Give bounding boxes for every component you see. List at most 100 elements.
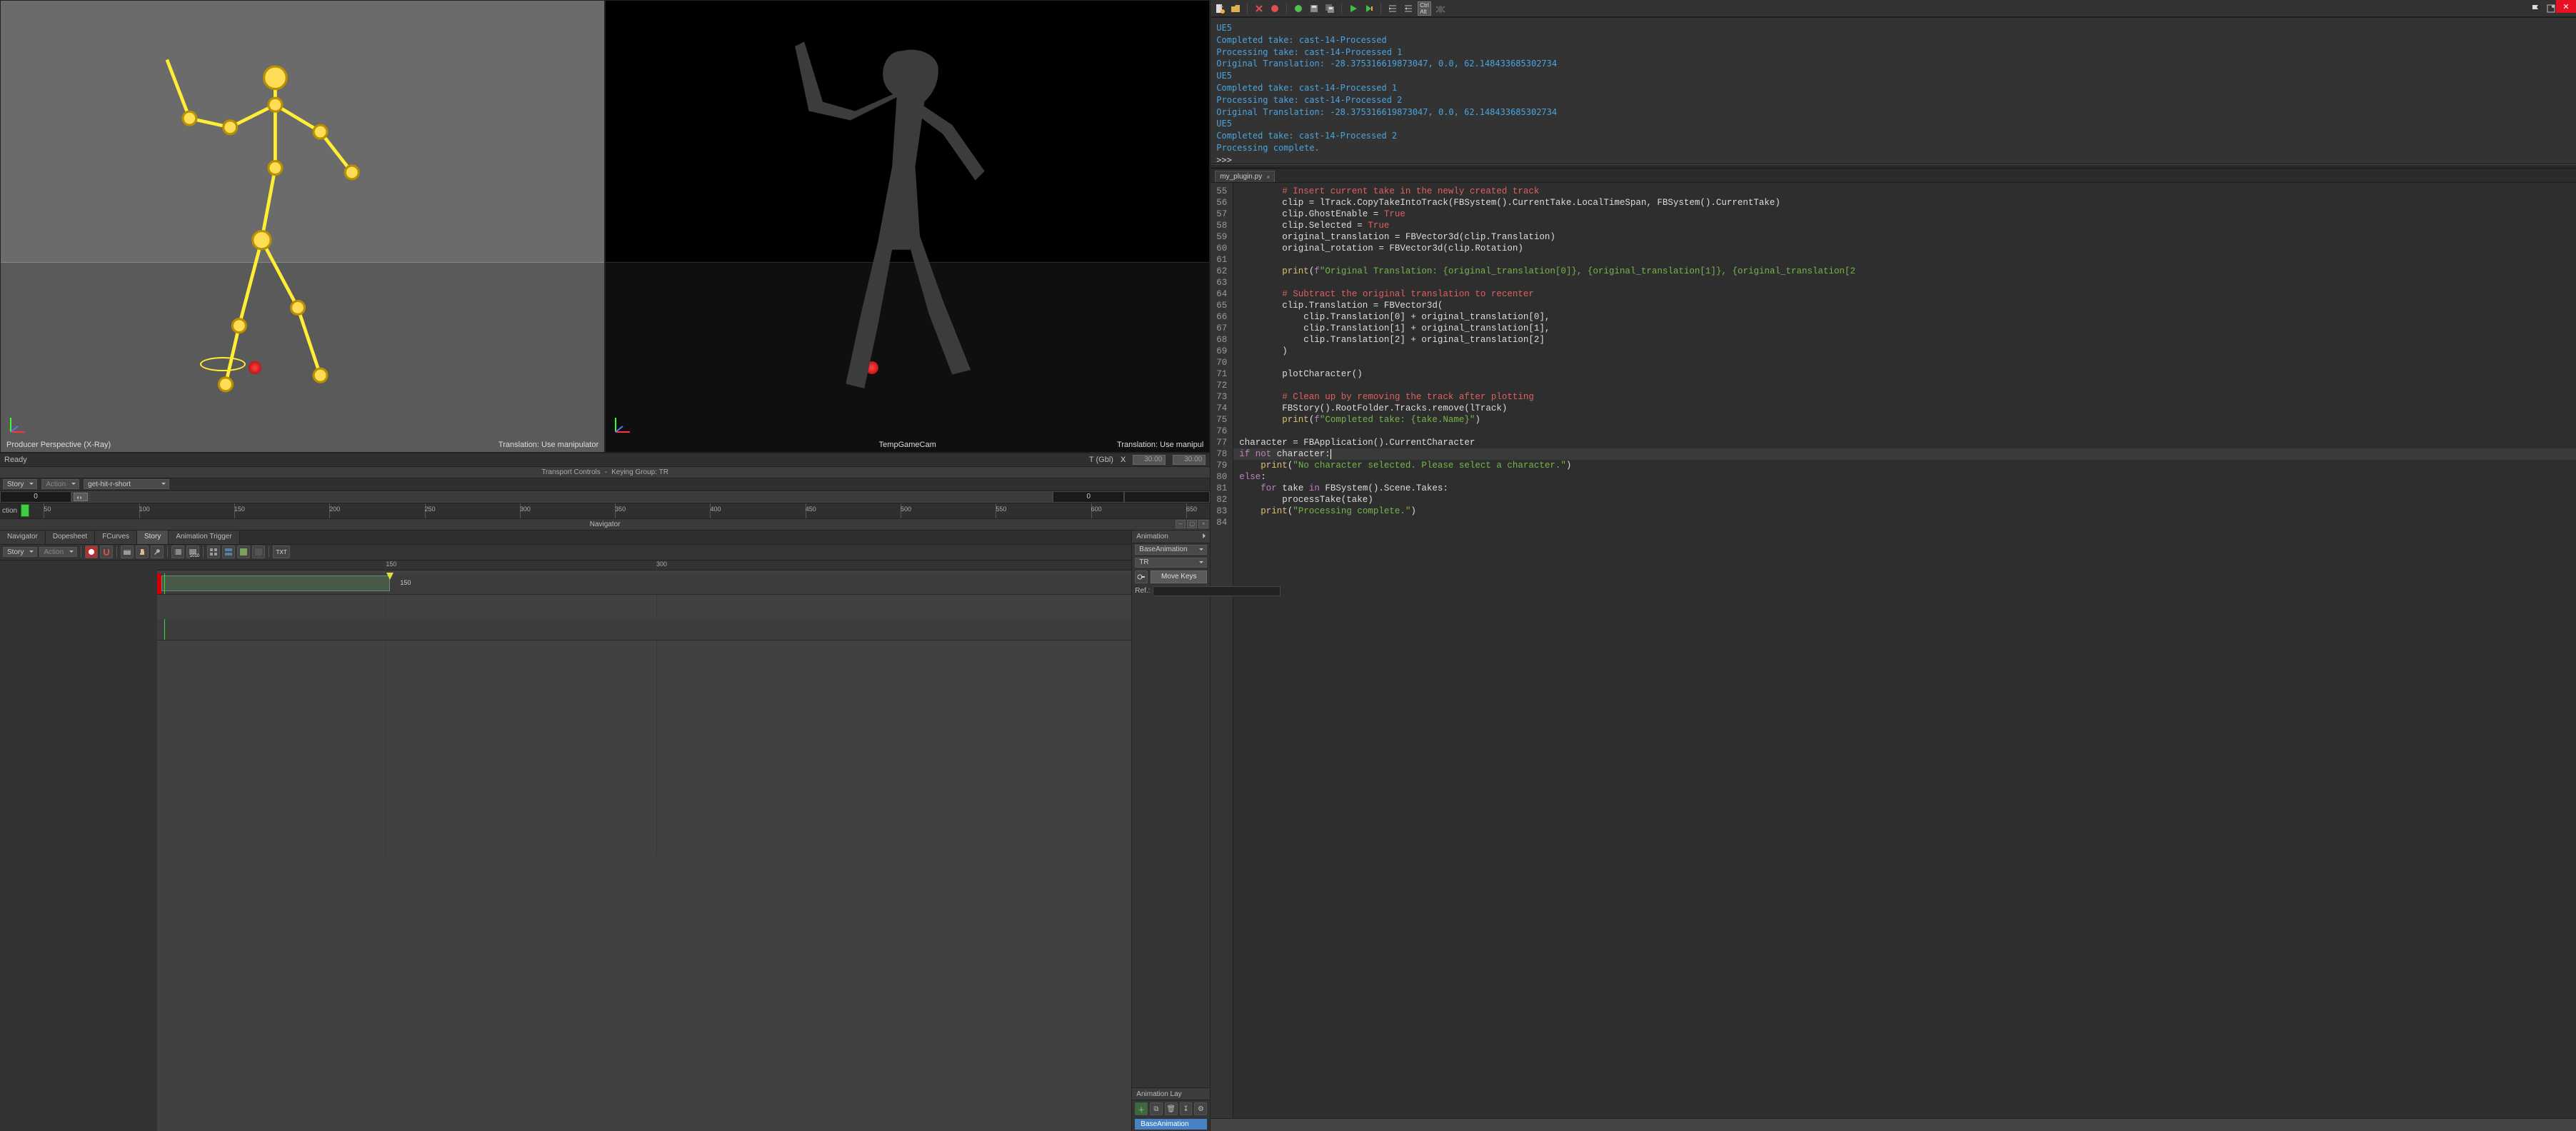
hand-icon[interactable] <box>136 546 149 558</box>
run-selection-icon[interactable] <box>1363 2 1375 15</box>
code-line[interactable]: clip = lTrack.CopyTakeIntoTrack(FBSystem… <box>1233 197 2576 208</box>
animation-clip[interactable]: 150 <box>161 575 390 591</box>
tab-animation-trigger[interactable]: Animation Trigger <box>169 531 239 544</box>
new-file-icon[interactable] <box>1213 2 1226 15</box>
save-all-icon[interactable] <box>1323 2 1336 15</box>
code-line[interactable]: ) <box>1233 346 2576 357</box>
code-line[interactable]: print(f"Completed take: {take.Name}") <box>1233 414 2576 426</box>
story-track-list[interactable] <box>0 561 157 1131</box>
collapse-icon[interactable]: ⏵ <box>1202 533 1206 541</box>
txt-icon[interactable]: TXT <box>273 546 290 558</box>
code-editor[interactable]: 5556575859606162636465666768697071727374… <box>1211 183 2576 1118</box>
timeline-scrollbar[interactable] <box>71 491 1053 503</box>
code-line[interactable] <box>1233 254 2576 266</box>
record-icon[interactable] <box>85 546 98 558</box>
tab-fcurves[interactable]: FCurves <box>95 531 137 544</box>
timeline-ruler[interactable]: ction 5010015020025030035040045050055060… <box>0 503 1210 519</box>
layer-settings-icon[interactable]: ⚙ <box>1194 1102 1207 1115</box>
frame-end-field[interactable]: 0 <box>1053 491 1124 503</box>
story-timeline[interactable]: 150300 150 <box>157 561 1197 1131</box>
code-line[interactable]: original_rotation = FBVector3d(clip.Rota… <box>1233 243 2576 254</box>
code-area[interactable]: # Insert current take in the newly creat… <box>1233 183 2576 1118</box>
window-close-button[interactable]: ✕ <box>2556 0 2576 13</box>
grid3-icon[interactable] <box>237 546 250 558</box>
code-line[interactable]: # Insert current take in the newly creat… <box>1233 186 2576 197</box>
stop-icon[interactable] <box>1268 2 1281 15</box>
outdent-icon[interactable] <box>1402 2 1415 15</box>
close-icon[interactable] <box>1253 2 1266 15</box>
anim-layer-item[interactable]: BaseAnimation <box>1135 1119 1207 1130</box>
wrench-icon[interactable] <box>151 546 164 558</box>
code-line[interactable]: print("Processing complete.") <box>1233 506 2576 517</box>
code-line[interactable]: print("No character selected. Please sel… <box>1233 460 2576 471</box>
panel-maximize-icon[interactable]: ▢ <box>1187 520 1197 528</box>
story-action-dropdown[interactable]: Action <box>39 547 77 557</box>
clapper-icon[interactable] <box>121 546 134 558</box>
code-line[interactable]: plotCharacter() <box>1233 368 2576 380</box>
viewport-producer[interactable]: Producer Perspective (X-Ray) Translation… <box>0 0 605 453</box>
save-icon[interactable] <box>1308 2 1320 15</box>
move-keys-button[interactable]: Move Keys <box>1151 570 1207 583</box>
code-line[interactable]: else: <box>1233 471 2576 483</box>
status-x-field[interactable]: 30.00 <box>1133 455 1166 465</box>
grid4-icon[interactable] <box>252 546 265 558</box>
code-line[interactable]: print(f"Original Translation: {original_… <box>1233 266 2576 277</box>
code-line[interactable] <box>1233 380 2576 391</box>
frame-start-field[interactable]: 0 <box>0 491 71 503</box>
anim-layer-dropdown[interactable]: BaseAnimation <box>1135 545 1207 555</box>
code-line[interactable]: if not character: <box>1233 448 2576 460</box>
action-dropdown[interactable]: Action <box>41 479 79 489</box>
code-line[interactable]: # Clean up by removing the track after p… <box>1233 391 2576 403</box>
grid1-icon[interactable] <box>207 546 220 558</box>
python-console[interactable]: UE5Completed take: cast-14-ProcessedProc… <box>1211 17 2576 164</box>
play-icon[interactable] <box>1347 2 1360 15</box>
open-file-icon[interactable] <box>1229 2 1242 15</box>
run-dot-icon[interactable] <box>1292 2 1305 15</box>
code-line[interactable]: clip.Translation[2] + original_translati… <box>1233 334 2576 346</box>
tab-story[interactable]: Story <box>137 531 169 544</box>
film-icon[interactable] <box>171 546 184 558</box>
tab-dopesheet[interactable]: Dopesheet <box>46 531 95 544</box>
key-icon[interactable] <box>1135 570 1148 583</box>
code-line[interactable] <box>1233 426 2576 437</box>
code-line[interactable]: clip.Translation[0] + original_translati… <box>1233 311 2576 323</box>
film-binary-icon[interactable]: 1010 <box>186 546 199 558</box>
duplicate-layer-icon[interactable]: ⧉ <box>1150 1102 1163 1115</box>
editor-file-tab[interactable]: my_plugin.py × <box>1215 171 1275 182</box>
code-line[interactable]: processTake(take) <box>1233 494 2576 506</box>
add-layer-icon[interactable]: ＋ <box>1135 1102 1148 1115</box>
indent-icon[interactable] <box>1386 2 1399 15</box>
magnet-icon[interactable] <box>100 546 113 558</box>
code-line[interactable]: for take in FBSystem().Scene.Takes: <box>1233 483 2576 494</box>
status-y-field[interactable]: 30.00 <box>1173 455 1206 465</box>
bug-icon[interactable] <box>1434 2 1447 15</box>
panel-minimize-icon[interactable]: – <box>1176 520 1186 528</box>
tr-dropdown[interactable]: TR <box>1135 558 1207 568</box>
playhead[interactable] <box>164 619 165 640</box>
code-line[interactable]: FBStory().RootFolder.Tracks.remove(lTrac… <box>1233 403 2576 414</box>
delete-layer-icon[interactable]: 🗑 <box>1165 1102 1178 1115</box>
console-prompt[interactable]: >>> <box>1216 154 2570 164</box>
tab-close-icon[interactable]: × <box>1266 174 1270 181</box>
code-line[interactable]: character = FBApplication().CurrentChara… <box>1233 437 2576 448</box>
code-line[interactable] <box>1233 357 2576 368</box>
flag-icon[interactable] <box>2529 2 2542 15</box>
story-mode-dropdown[interactable]: Story <box>3 547 37 557</box>
tab-navigator[interactable]: Navigator <box>0 531 46 544</box>
merge-layer-icon[interactable]: ↧ <box>1180 1102 1193 1115</box>
scrollbar-knob[interactable] <box>74 493 88 501</box>
code-line[interactable]: clip.Translation[1] + original_translati… <box>1233 323 2576 334</box>
code-line[interactable] <box>1233 517 2576 528</box>
grid2-icon[interactable] <box>222 546 235 558</box>
take-name-dropdown[interactable]: get-hit-r-short <box>84 479 169 489</box>
playhead-marker[interactable] <box>21 504 29 517</box>
code-line[interactable]: clip.Selected = True <box>1233 220 2576 231</box>
code-line[interactable]: clip.Translation = FBVector3d( <box>1233 300 2576 311</box>
playhead[interactable] <box>164 573 165 594</box>
code-line[interactable]: original_translation = FBVector3d(clip.T… <box>1233 231 2576 243</box>
code-line[interactable]: # Subtract the original translation to r… <box>1233 288 2576 300</box>
panel-close-icon[interactable]: × <box>1198 520 1208 528</box>
story-dropdown[interactable]: Story <box>3 479 37 489</box>
code-line[interactable] <box>1233 277 2576 288</box>
viewport-gamecam[interactable]: TempGameCam Translation: Use manipul <box>605 0 1210 453</box>
